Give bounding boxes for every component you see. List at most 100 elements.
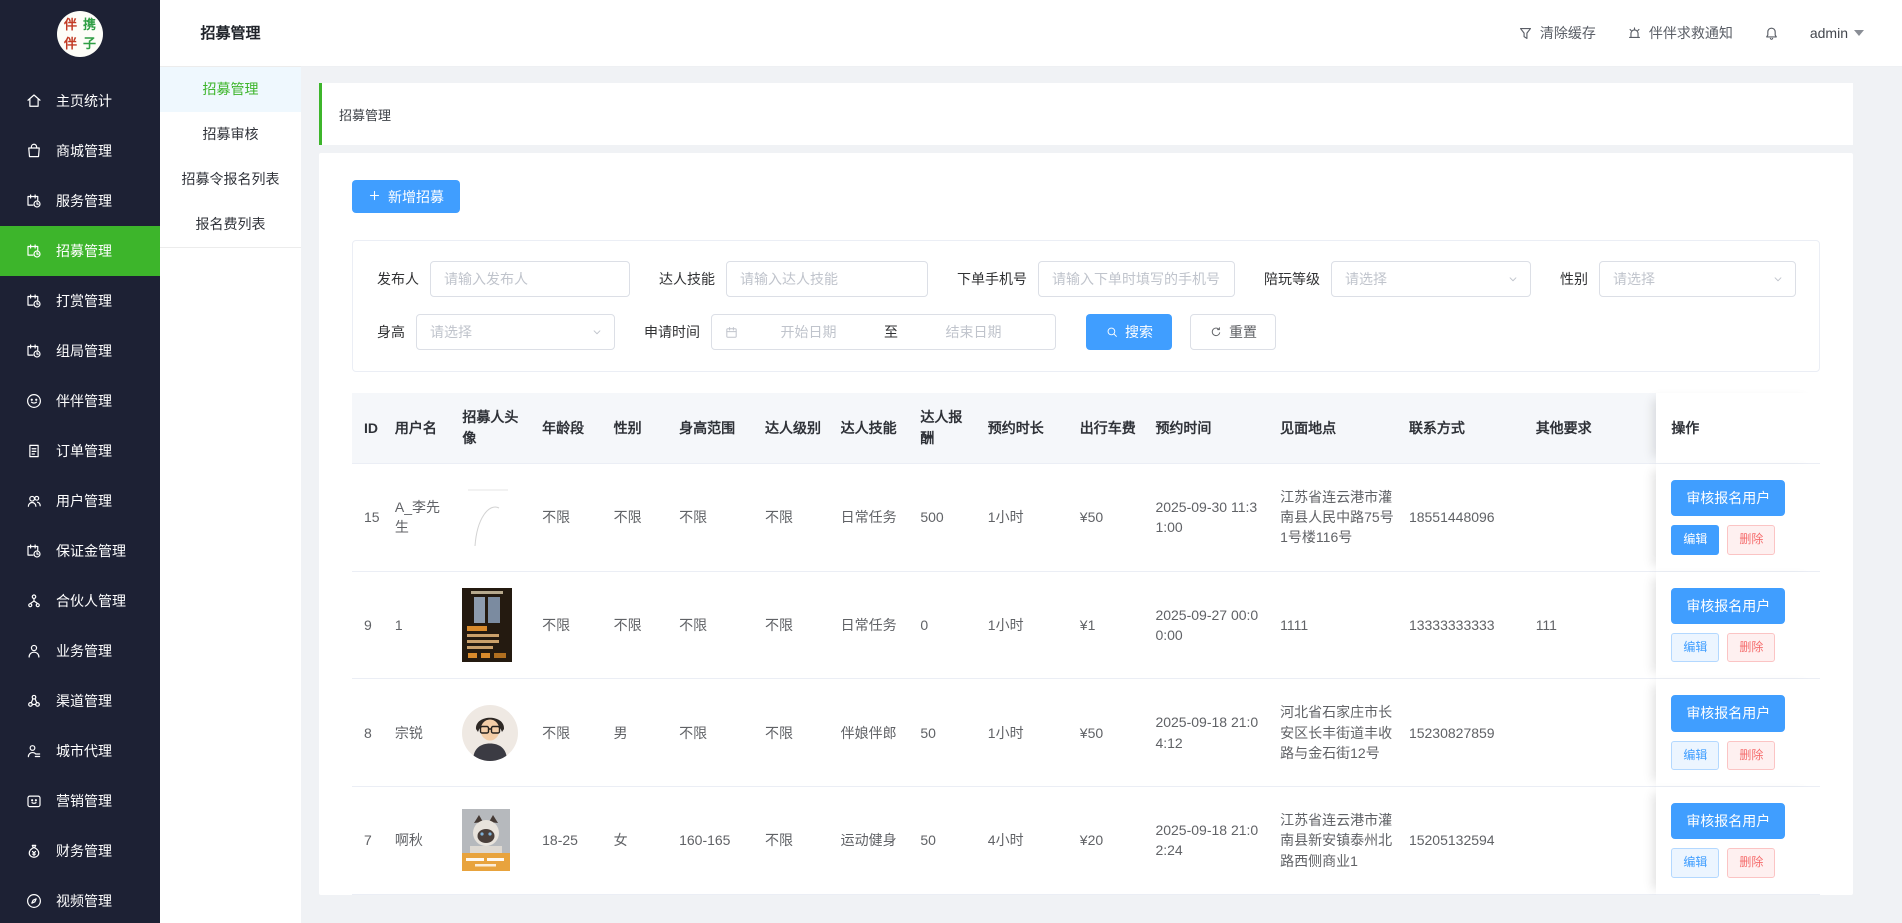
username-cell: 1 [395, 572, 462, 680]
sidebar-item-label: 招募管理 [56, 241, 112, 261]
logo-char: 伴 [64, 37, 77, 50]
sidebar-item-reward[interactable]: 打赏管理 [0, 276, 160, 326]
sidebar-item-finance[interactable]: 财务管理 [0, 826, 160, 876]
submenu-title: 招募管理 [160, 0, 301, 67]
table-row: 91不限不限不限不限日常任务01小时¥12025-09-27 00:00:001… [352, 572, 1820, 680]
filter-label: 性别 [1560, 269, 1588, 289]
sidebar-item-business[interactable]: 业务管理 [0, 626, 160, 676]
user-name: admin [1810, 25, 1848, 41]
submenu-item-recruit-manage[interactable]: 招募管理 [160, 67, 301, 112]
filter-field-height: 身高请选择 [377, 314, 615, 350]
reward-cell: 0 [920, 572, 987, 680]
table-header-row: ID用户名招募人头像年龄段性别身高范围达人级别达人技能达人报酬预约时长出行车费预… [352, 393, 1820, 464]
edit-button[interactable]: 编辑 [1671, 633, 1719, 662]
topbar-action-sos-notify[interactable]: 伴伴求救通知 [1626, 23, 1733, 43]
user-menu[interactable]: admin [1810, 25, 1864, 41]
funnel-icon [1517, 25, 1534, 42]
delete-button[interactable]: 删除 [1727, 741, 1775, 770]
review-signup-users-button[interactable]: 审核报名用户 [1671, 695, 1785, 731]
filter-field-publisher: 发布人 [377, 261, 630, 297]
age-cell: 不限 [542, 679, 614, 787]
submenu-item-signup-fee[interactable]: 报名费列表 [160, 202, 301, 247]
search-icon [1105, 325, 1119, 339]
sidebar-item-order[interactable]: 订单管理 [0, 426, 160, 476]
sidebar-item-cofounder[interactable]: 合伙人管理 [0, 576, 160, 626]
review-signup-users-button[interactable]: 审核报名用户 [1671, 803, 1785, 839]
topbar-actions: 清除缓存 伴伴求救通知 [1517, 23, 1733, 43]
row-actions-line: 编辑删除 [1671, 525, 1808, 554]
sidebar-item-home[interactable]: 主页统计 [0, 76, 160, 126]
sidebar-item-partner[interactable]: 伴伴管理 [0, 376, 160, 426]
height-select[interactable]: 请选择 [416, 314, 615, 350]
review-signup-users-button[interactable]: 审核报名用户 [1671, 480, 1785, 516]
column-header-other: 其他要求 [1536, 393, 1657, 464]
sidebar-item-cityagent[interactable]: 城市代理 [0, 726, 160, 776]
sidebar-item-group[interactable]: 组局管理 [0, 326, 160, 376]
column-header-username: 用户名 [395, 393, 462, 464]
filter-field-level: 陪玩等级请选择 [1264, 261, 1531, 297]
delete-button[interactable]: 删除 [1727, 525, 1775, 554]
date-range-separator: 至 [878, 322, 904, 342]
level-select[interactable]: 请选择 [1331, 261, 1531, 297]
review-signup-users-button[interactable]: 审核报名用户 [1671, 588, 1785, 624]
username-cell: A_李先生 [395, 464, 462, 572]
edit-button[interactable]: 编辑 [1671, 848, 1719, 877]
calclock-icon [25, 292, 43, 310]
sidebar-item-video[interactable]: 视频管理 [0, 876, 160, 923]
filter-label: 陪玩等级 [1264, 269, 1320, 289]
sidebar-item-label: 商城管理 [56, 141, 112, 161]
sidebar: 伴携伴子 主页统计商城管理服务管理招募管理打赏管理组局管理伴伴管理订单管理用户管… [0, 0, 160, 923]
publisher-input[interactable] [431, 262, 629, 296]
sidebar-item-recruit[interactable]: 招募管理 [0, 226, 160, 276]
bag-icon [25, 142, 43, 160]
recruiter-avatar [462, 464, 542, 572]
duration-cell: 4小时 [988, 787, 1080, 895]
chevron-down-icon [1854, 30, 1864, 36]
gender-cell: 女 [614, 787, 679, 895]
delete-button[interactable]: 删除 [1727, 633, 1775, 662]
skill-input[interactable] [727, 262, 927, 296]
column-header-height: 身高范围 [679, 393, 765, 464]
reward-cell: 50 [920, 787, 987, 895]
filter-row: 身高请选择申请时间开始日期至结束日期搜索重置 [377, 314, 1795, 350]
sidebar-item-marketing[interactable]: 营销管理 [0, 776, 160, 826]
filter-field-phone: 下单手机号 [957, 261, 1235, 297]
sidebar-item-user[interactable]: 用户管理 [0, 476, 160, 526]
delete-button[interactable]: 删除 [1727, 848, 1775, 877]
level-cell: 不限 [765, 679, 841, 787]
page-title: 招募管理 [339, 105, 391, 124]
column-header-ops: 操作 [1656, 393, 1820, 464]
doc-icon [25, 442, 43, 460]
topbar-action-clear-cache[interactable]: 清除缓存 [1517, 23, 1596, 43]
submenu-item-recruit-audit[interactable]: 招募审核 [160, 112, 301, 157]
row-actions-cell: 审核报名用户编辑删除 [1656, 787, 1820, 895]
apply-time-daterange[interactable]: 开始日期至结束日期 [711, 314, 1056, 350]
submenu-item-recruit-signup[interactable]: 招募令报名列表 [160, 157, 301, 202]
sidebar-item-deposit[interactable]: 保证金管理 [0, 526, 160, 576]
submenu-list: 招募管理招募审核招募令报名列表报名费列表 [160, 67, 301, 248]
fare-cell: ¥1 [1080, 572, 1156, 680]
chevron-down-icon [1506, 272, 1520, 286]
gender-cell: 不限 [614, 572, 679, 680]
gender-cell: 男 [614, 679, 679, 787]
bell-icon[interactable] [1763, 25, 1780, 42]
sidebar-item-mall[interactable]: 商城管理 [0, 126, 160, 176]
filter-field-gender: 性别请选择 [1560, 261, 1796, 297]
edit-button[interactable]: 编辑 [1671, 741, 1719, 770]
gender-select[interactable]: 请选择 [1599, 261, 1796, 297]
filter-row: 发布人达人技能下单手机号陪玩等级请选择性别请选择 [377, 261, 1795, 297]
person-icon [25, 642, 43, 660]
reset-button[interactable]: 重置 [1190, 314, 1276, 350]
add-recruit-button[interactable]: 新增招募 [352, 180, 460, 213]
content-card: 新增招募 发布人达人技能下单手机号陪玩等级请选择性别请选择身高请选择申请时间开始… [319, 153, 1853, 895]
search-button[interactable]: 搜索 [1086, 314, 1172, 350]
sidebar-item-service[interactable]: 服务管理 [0, 176, 160, 226]
calclock-icon [25, 192, 43, 210]
duration-cell: 1小时 [988, 464, 1080, 572]
edit-button[interactable]: 编辑 [1671, 525, 1719, 554]
chevron-down-icon [1771, 272, 1785, 286]
sidebar-item-channel[interactable]: 渠道管理 [0, 676, 160, 726]
height-cell: 不限 [679, 572, 765, 680]
recruiter-avatar [462, 572, 542, 680]
phone-input[interactable] [1039, 262, 1234, 296]
